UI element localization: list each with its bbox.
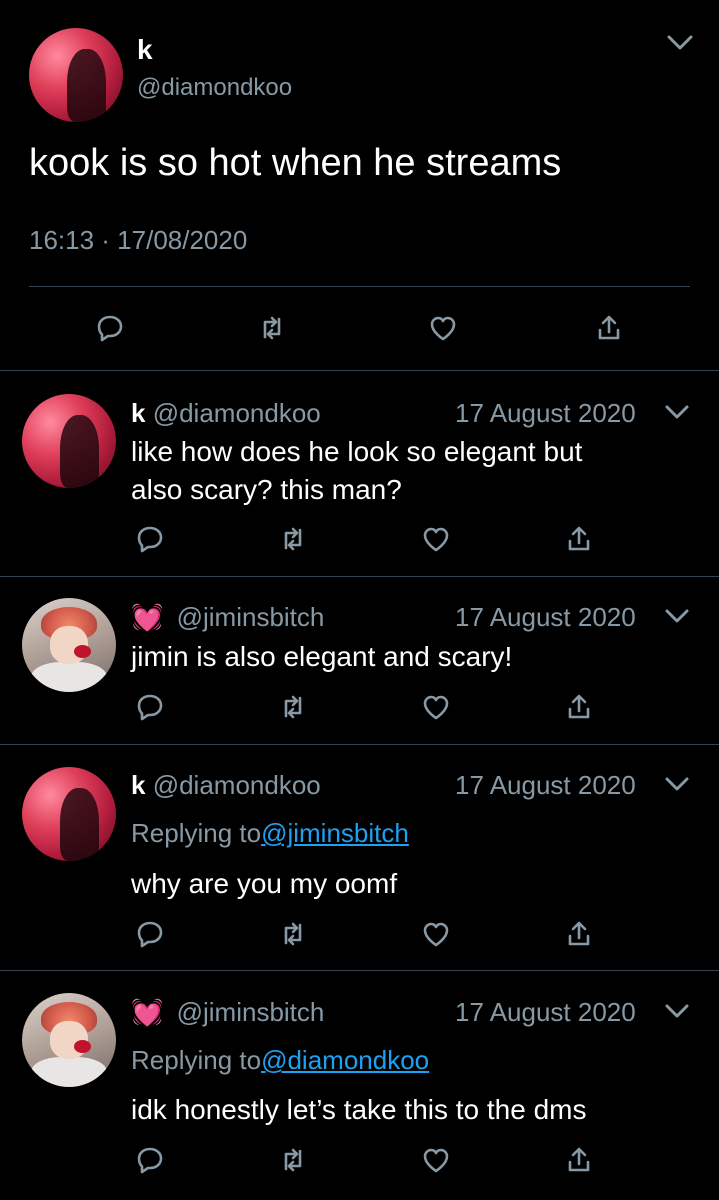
timestamp: 16:13 · 17/08/2020 <box>29 225 248 255</box>
share-icon[interactable] <box>562 522 596 556</box>
date: 17 August 2020 <box>455 398 636 428</box>
display-name[interactable]: k <box>137 34 153 66</box>
retweet-icon[interactable] <box>276 522 310 556</box>
share-icon[interactable] <box>562 690 596 724</box>
chevron-down-icon[interactable] <box>662 400 692 424</box>
divider <box>0 370 719 371</box>
chevron-down-icon[interactable] <box>660 28 700 58</box>
reply-icon[interactable] <box>133 690 167 724</box>
chevron-down-icon[interactable] <box>662 604 692 628</box>
share-icon[interactable] <box>562 917 596 951</box>
like-icon[interactable] <box>419 1143 453 1177</box>
retweet-icon[interactable] <box>276 917 310 951</box>
handle[interactable]: @diamondkoo <box>153 398 321 428</box>
reply-icon[interactable] <box>133 917 167 951</box>
reply-icon[interactable] <box>93 311 127 345</box>
date: 17 August 2020 <box>455 602 636 632</box>
handle[interactable]: @diamondkoo <box>153 770 321 800</box>
handle[interactable]: @jiminsbitch <box>177 602 325 632</box>
avatar[interactable] <box>29 28 123 122</box>
date: 17 August 2020 <box>455 770 636 800</box>
divider <box>0 744 719 745</box>
replying-to-link[interactable]: @jiminsbitch <box>261 818 409 848</box>
share-icon[interactable] <box>562 1143 596 1177</box>
like-icon[interactable] <box>426 311 460 345</box>
chevron-down-icon[interactable] <box>662 999 692 1023</box>
replying-to-link[interactable]: @diamondkoo <box>261 1045 429 1075</box>
tweet-text: jimin is also elegant and scary! <box>131 641 513 672</box>
share-icon[interactable] <box>592 311 626 345</box>
display-name[interactable]: k <box>131 770 145 800</box>
like-icon[interactable] <box>419 522 453 556</box>
retweet-icon[interactable] <box>276 690 310 724</box>
tweet-text-line: also scary? this man? <box>131 474 402 505</box>
like-icon[interactable] <box>419 917 453 951</box>
avatar[interactable] <box>22 767 116 861</box>
display-name[interactable]: k <box>131 398 145 428</box>
divider <box>29 286 690 287</box>
date: 17 August 2020 <box>455 997 636 1027</box>
tweet-text: kook is so hot when he streams <box>29 142 562 184</box>
avatar[interactable] <box>22 993 116 1087</box>
heart-emoji[interactable]: 💓 <box>131 997 163 1027</box>
divider <box>0 970 719 971</box>
replying-to-prefix: Replying to <box>131 1045 262 1075</box>
chevron-down-icon[interactable] <box>662 772 692 796</box>
divider <box>0 576 719 577</box>
like-icon[interactable] <box>419 690 453 724</box>
avatar[interactable] <box>22 394 116 488</box>
tweet-text: why are you my oomf <box>131 868 398 899</box>
handle[interactable]: @diamondkoo <box>137 74 292 102</box>
heart-emoji[interactable]: 💓 <box>131 602 163 632</box>
handle[interactable]: @jiminsbitch <box>177 997 325 1027</box>
replying-to-prefix: Replying to <box>131 818 262 848</box>
reply-icon[interactable] <box>133 522 167 556</box>
retweet-icon[interactable] <box>276 1143 310 1177</box>
retweet-icon[interactable] <box>255 311 289 345</box>
tweet-text: idk honestly let’s take this to the dms <box>131 1094 587 1125</box>
tweet-text-line: like how does he look so elegant but <box>131 436 583 467</box>
avatar[interactable] <box>22 598 116 692</box>
reply-icon[interactable] <box>133 1143 167 1177</box>
